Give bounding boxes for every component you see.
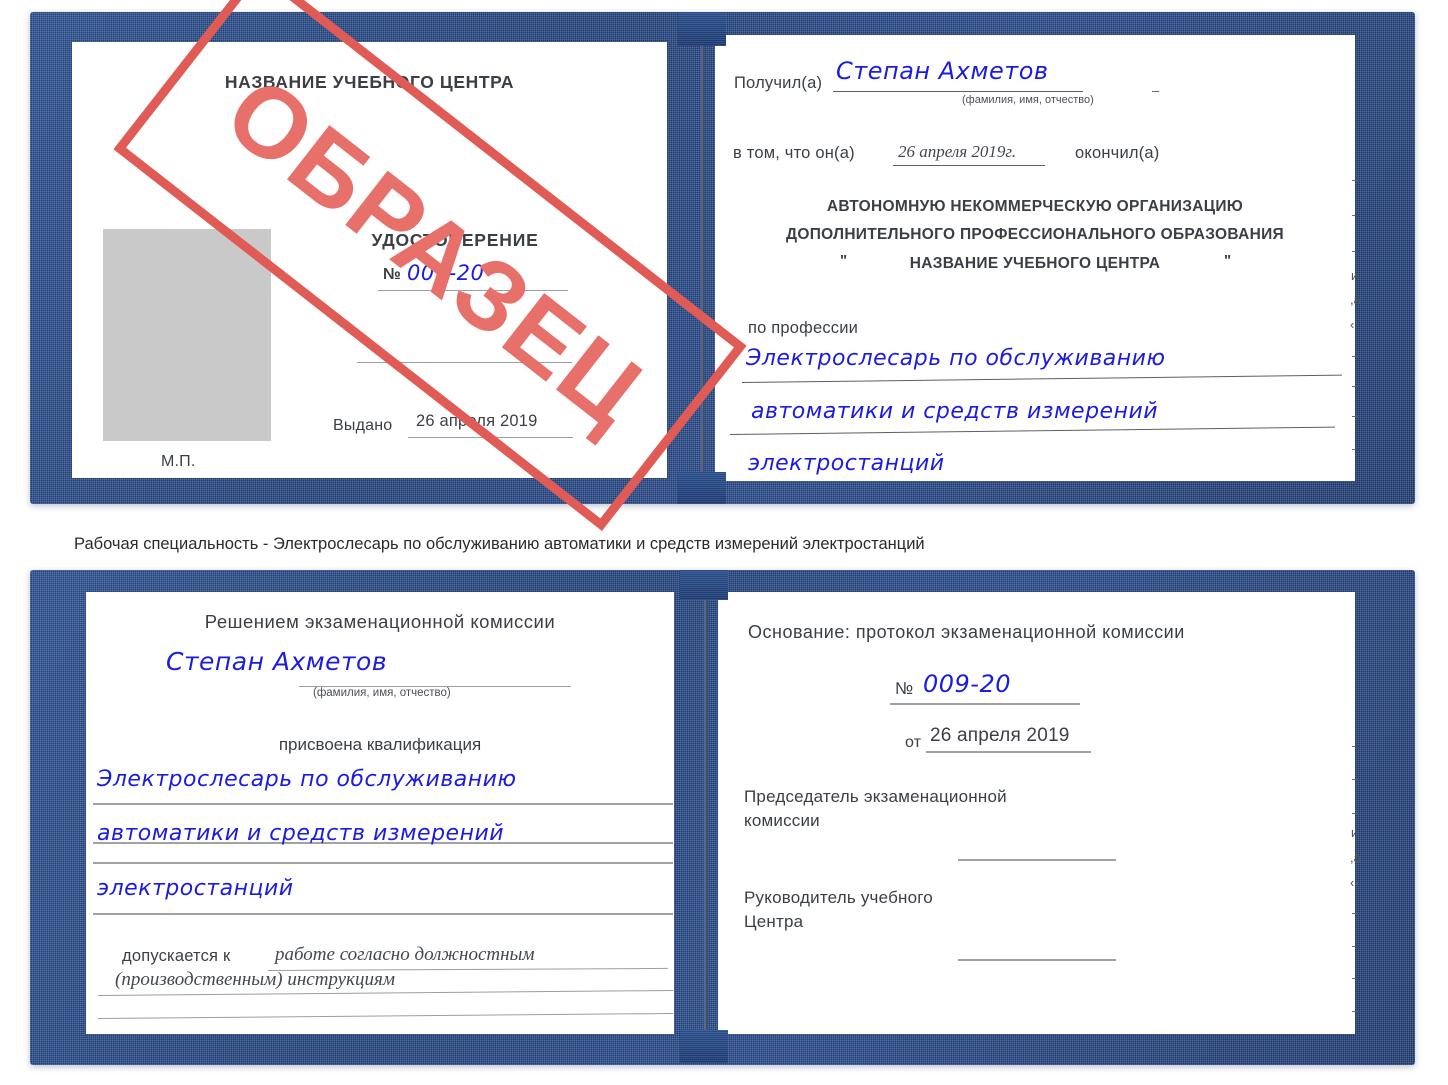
top-right-frag-dash-4: – bbox=[1352, 348, 1360, 363]
top-left-blank-rule bbox=[357, 362, 572, 364]
top-right-frag-dash-5: – bbox=[1352, 378, 1360, 393]
bottom-left-qual-rule3 bbox=[93, 862, 673, 864]
bottom-right-frag-a: ,а bbox=[1350, 850, 1361, 865]
bottom-right-frag-arrow: ‹- bbox=[1350, 875, 1359, 890]
bottom-spine bbox=[703, 596, 709, 1036]
top-spine-tab-upper bbox=[678, 12, 726, 46]
bottom-right-chairman-line1: Председатель экзаменационной bbox=[744, 787, 1007, 806]
top-left-issued-label: Выдано bbox=[333, 417, 393, 434]
bottom-left-allowed-value2: (производственным) инструкциям bbox=[115, 969, 395, 990]
bottom-right-chairman-sign-rule bbox=[958, 859, 1116, 861]
top-left-issued-rule bbox=[408, 437, 573, 439]
bottom-right-basis-label: Основание: протокол экзаменационной коми… bbox=[748, 622, 1185, 642]
top-left-doc-type: УДОСТОВЕРЕНИЕ bbox=[371, 230, 539, 250]
photo-placeholder bbox=[103, 229, 271, 441]
bottom-right-chairman-line2: комиссии bbox=[744, 811, 820, 830]
bottom-left-qual-rule4 bbox=[93, 913, 673, 915]
top-left-org-title: НАЗВАНИЕ УЧЕБНОГО ЦЕНТРА bbox=[224, 72, 515, 92]
bottom-spine-tab-lower bbox=[680, 1030, 728, 1063]
top-left-number-value: 009-20 bbox=[407, 261, 485, 285]
top-right-profession-label: по профессии bbox=[748, 319, 859, 337]
top-right-frag-dash-1: – bbox=[1352, 172, 1360, 187]
top-right-org-line3: НАЗВАНИЕ УЧЕБНОГО ЦЕНТРА bbox=[909, 255, 1161, 272]
bottom-right-date-label: от bbox=[905, 734, 922, 751]
top-spine bbox=[700, 40, 706, 485]
top-right-profession-line1: Электрослесарь по обслуживанию bbox=[746, 346, 1166, 371]
bottom-right-date-value: 26 апреля 2019 bbox=[930, 725, 1070, 746]
bottom-right-frag-dash-6: – bbox=[1352, 970, 1360, 985]
bottom-left-qualification-line3: электростанций bbox=[97, 876, 294, 901]
bottom-left-qualification-line2: автоматики и средств измерений bbox=[97, 821, 505, 846]
bottom-right-frag-dash-2: – bbox=[1352, 771, 1360, 786]
bottom-right-number-value: 009-20 bbox=[923, 670, 1012, 698]
top-right-completion-date: 26 апреля 2019г. bbox=[898, 142, 1017, 161]
top-right-frag-arrow: ‹- bbox=[1350, 317, 1359, 332]
top-left-seal-label: М.П. bbox=[161, 453, 196, 470]
top-right-frag-dash-7: – bbox=[1352, 441, 1360, 456]
bottom-right-frag-dash-1: – bbox=[1352, 738, 1360, 753]
top-right-org-line1: АВТОНОМНУЮ НЕКОММЕРЧЕСКУЮ ОРГАНИЗАЦИЮ bbox=[826, 198, 1244, 215]
top-left-number-label: № bbox=[383, 266, 402, 283]
top-left-number-rule bbox=[378, 290, 568, 292]
top-right-inthat-label: в том, что он(а) bbox=[733, 144, 855, 162]
bottom-right-head-sign-rule bbox=[958, 959, 1116, 961]
bottom-left-qualification-line1: Электрослесарь по обслуживанию bbox=[97, 767, 517, 792]
top-right-frag-dash-2: – bbox=[1352, 207, 1360, 222]
bottom-right-frag-dash-3: – bbox=[1352, 805, 1360, 820]
bottom-left-decision-title: Решением экзаменационной комиссии bbox=[204, 611, 556, 632]
bottom-right-number-label: № bbox=[895, 679, 914, 698]
top-left-issued-value: 26 апреля 2019 bbox=[416, 412, 538, 430]
bottom-left-allowed-label: допускается к bbox=[122, 947, 231, 965]
bottom-right-frag-dash-5: – bbox=[1352, 938, 1360, 953]
top-right-frag-a: ,а bbox=[1350, 292, 1361, 307]
bottom-right-head-line1: Руководитель учебного bbox=[744, 888, 933, 907]
top-right-profession-line3: электростанций bbox=[748, 451, 945, 476]
bottom-left-qualification-label: присвоена квалификация bbox=[278, 735, 482, 754]
top-right-org-line2: ДОПОЛНИТЕЛЬНОГО ПРОФЕССИОНАЛЬНОГО ОБРАЗО… bbox=[786, 226, 1284, 243]
bottom-left-name-value: Степан Ахметов bbox=[166, 647, 388, 676]
top-right-fio-hint: (фамилия, имя, отчество) bbox=[962, 94, 1094, 106]
top-right-frag-i: и bbox=[1351, 268, 1359, 283]
top-right-date-rule bbox=[893, 165, 1045, 167]
top-right-profession-line2: автоматики и средств измерений bbox=[751, 399, 1159, 424]
top-spine-tab-lower bbox=[678, 472, 726, 504]
bottom-right-date-rule bbox=[926, 751, 1091, 753]
caption-text: Рабочая специальность - Электрослесарь п… bbox=[74, 535, 925, 553]
bottom-left-qual-rule1 bbox=[93, 803, 673, 805]
bottom-left-fio-hint: (фамилия, имя, отчество) bbox=[313, 687, 451, 699]
bottom-right-number-rule bbox=[890, 703, 1080, 705]
top-right-received-rule bbox=[833, 91, 1083, 93]
bottom-right-head-line2: Центра bbox=[744, 912, 804, 931]
top-right-frag-dash-0: – bbox=[1152, 83, 1160, 98]
bottom-spine-tab-upper bbox=[680, 570, 728, 600]
top-right-received-value: Степан Ахметов bbox=[836, 57, 1049, 85]
bottom-right-frag-dash-4: – bbox=[1352, 905, 1360, 920]
top-right-frag-dash-6: – bbox=[1352, 408, 1360, 423]
top-right-finished-label: окончил(а) bbox=[1075, 144, 1160, 162]
bottom-right-frag-i: и bbox=[1351, 825, 1359, 840]
bottom-right-frag-dash-7: – bbox=[1352, 1003, 1360, 1018]
top-right-frag-dash-3: – bbox=[1352, 243, 1360, 258]
top-right-org-quote-close: " bbox=[1224, 252, 1232, 269]
bottom-left-allowed-value1: работе согласно должностным bbox=[275, 944, 535, 965]
top-right-received-label: Получил(а) bbox=[734, 74, 823, 92]
